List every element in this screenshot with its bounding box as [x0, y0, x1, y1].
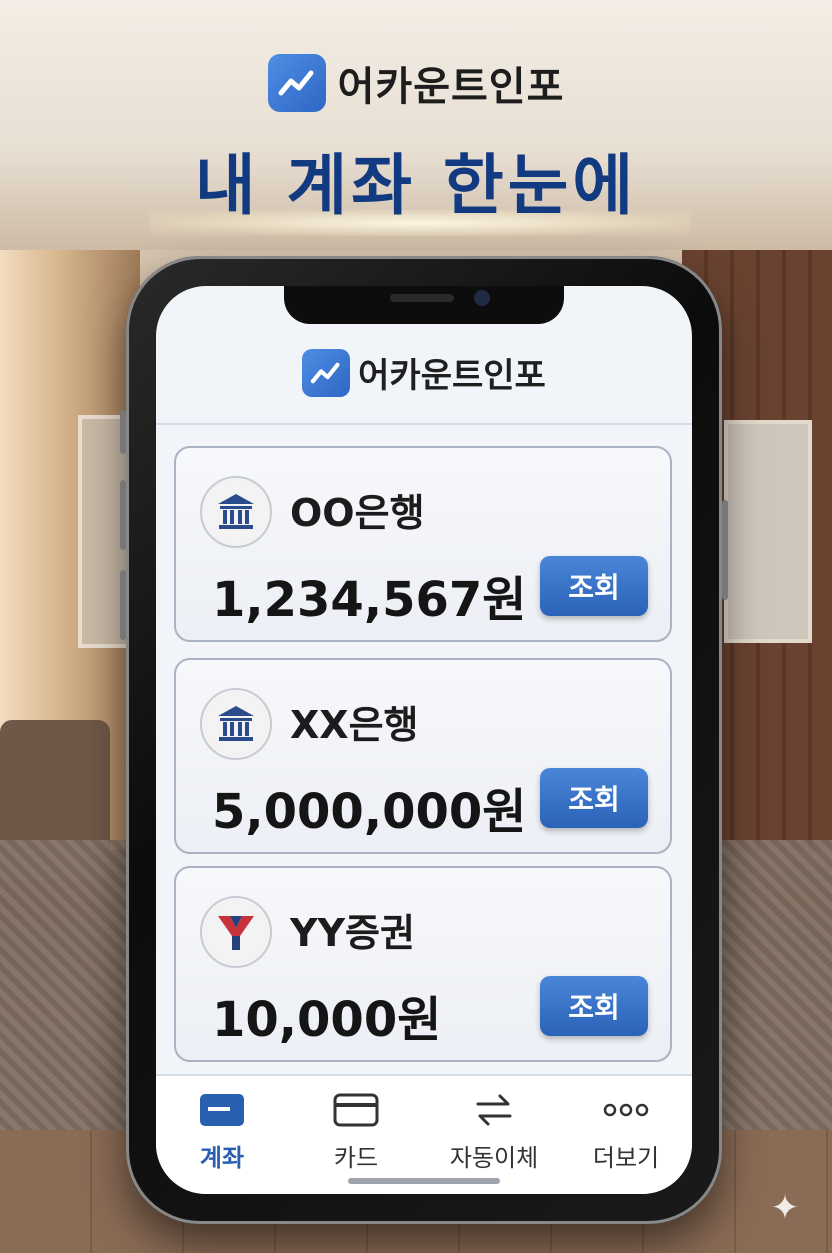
- credit-card-icon: [296, 1086, 416, 1134]
- securities-logo-icon: [200, 896, 272, 968]
- headline: 내 계좌 한눈에: [194, 147, 638, 224]
- brand-name: 어카운트인포: [337, 64, 565, 110]
- phone-side-button: [120, 570, 126, 640]
- phone-screen: 어카운트인포 OO은행 1,234,567원 조회 XX은행 5,000,000…: [156, 286, 692, 1194]
- account-card-icon: [162, 1086, 282, 1134]
- inquiry-button[interactable]: 조회: [540, 976, 648, 1036]
- account-card[interactable]: YY증권 10,000원 조회: [174, 866, 672, 1062]
- account-name: XX은행: [290, 703, 419, 747]
- chart-logo-icon: [267, 54, 326, 112]
- tab-card[interactable]: 카드: [296, 1086, 416, 1173]
- bottom-tab-bar: 계좌 카드 자동이체 더보기: [156, 1074, 692, 1194]
- tab-more[interactable]: 더보기: [566, 1086, 686, 1173]
- transfer-arrows-icon: [434, 1086, 554, 1134]
- account-balance: 10,000원: [212, 992, 442, 1048]
- account-balance: 1,234,567원: [212, 572, 527, 628]
- account-balance: 5,000,000원: [212, 784, 527, 840]
- inquiry-button[interactable]: 조회: [540, 556, 648, 616]
- tab-label: 자동이체: [449, 1144, 539, 1172]
- background-artwork-right: [724, 420, 812, 643]
- app-brand-name: 어카운트인포: [358, 356, 546, 396]
- sparkle-icon: ✦: [770, 1188, 800, 1228]
- brand-header: 어카운트인포: [0, 54, 832, 112]
- phone-side-button: [120, 480, 126, 550]
- account-card[interactable]: OO은행 1,234,567원 조회: [174, 446, 672, 642]
- camera-icon: [474, 290, 490, 306]
- inquiry-button[interactable]: 조회: [540, 768, 648, 828]
- bank-icon: [200, 476, 272, 548]
- bank-icon: [200, 688, 272, 760]
- tab-account[interactable]: 계좌: [162, 1086, 282, 1173]
- chart-logo-icon: [302, 348, 351, 397]
- more-dots-icon: [566, 1086, 686, 1134]
- tab-label: 더보기: [592, 1144, 660, 1172]
- tab-label: 카드: [333, 1144, 379, 1172]
- home-indicator[interactable]: [348, 1178, 500, 1184]
- account-name: YY증권: [290, 911, 415, 955]
- phone-side-button: [120, 410, 126, 454]
- speaker-grille: [390, 294, 454, 302]
- app-header: 어카운트인포: [156, 348, 692, 397]
- tab-label: 계좌: [199, 1144, 245, 1172]
- account-card[interactable]: XX은행 5,000,000원 조회: [174, 658, 672, 854]
- phone-side-button: [722, 500, 728, 600]
- account-name: OO은행: [290, 491, 425, 535]
- header-divider: [156, 423, 692, 425]
- phone-notch: [284, 286, 564, 324]
- tab-auto-transfer[interactable]: 자동이체: [434, 1086, 554, 1173]
